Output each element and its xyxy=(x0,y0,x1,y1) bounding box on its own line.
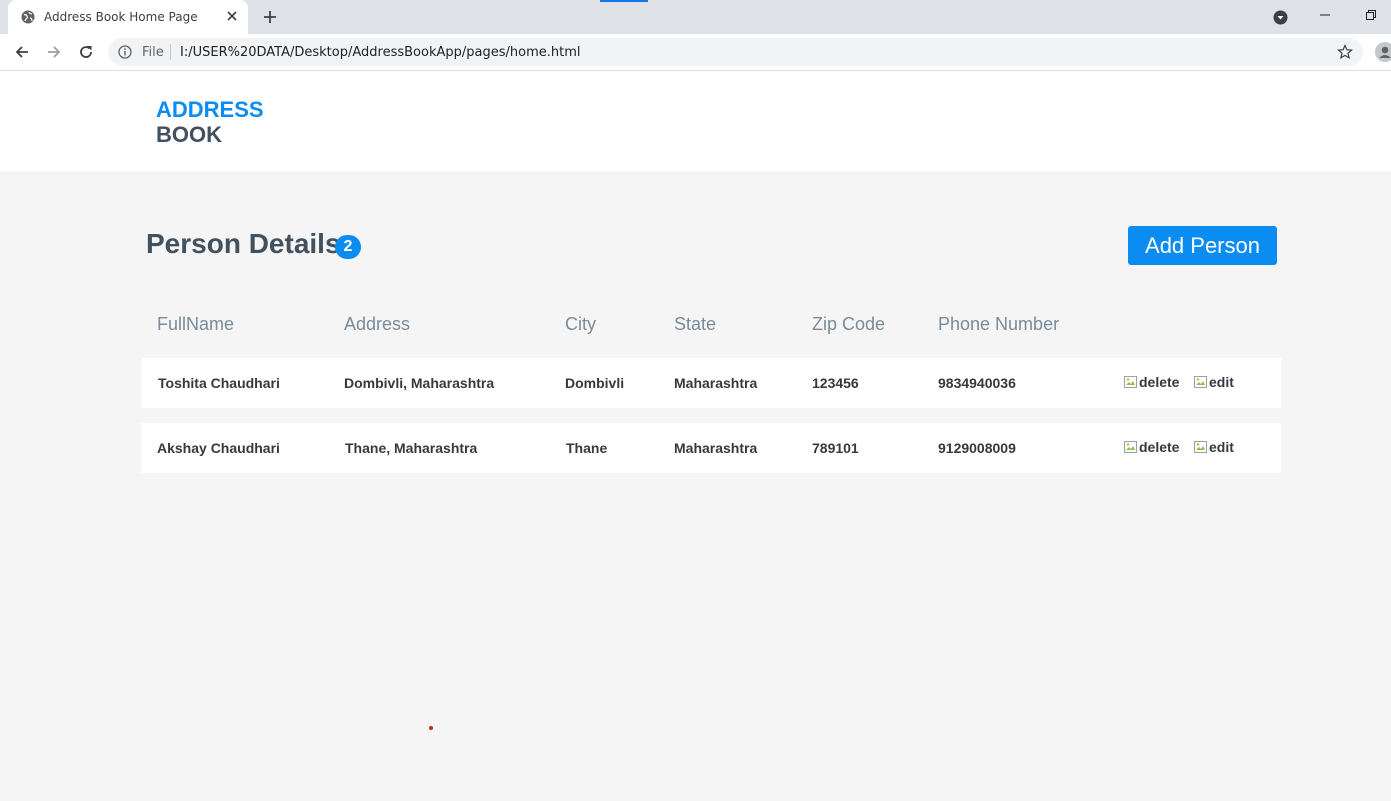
cell-full-name: Toshita Chaudhari xyxy=(158,375,280,391)
broken-image-icon xyxy=(1124,376,1137,388)
address-book-logo[interactable]: ADDRESS BOOK xyxy=(156,97,264,147)
dropdown-icon[interactable] xyxy=(1273,10,1288,25)
tab-strip-indicator xyxy=(600,0,648,2)
url-scheme-label: File xyxy=(142,45,164,60)
cell-phone-number: 9834940036 xyxy=(938,375,1016,391)
delete-icon: delete xyxy=(1139,439,1180,455)
edit-button[interactable]: edit xyxy=(1193,439,1234,455)
column-header-city: City xyxy=(565,314,596,334)
add-person-button[interactable]: Add Person xyxy=(1128,226,1277,265)
url-text[interactable]: I:/USER%20DATA/Desktop/AddressBookApp/pa… xyxy=(180,45,581,60)
delete-button[interactable]: delete xyxy=(1123,439,1179,455)
cell-address: Thane, Maharashtra xyxy=(345,440,478,456)
browser-tab-strip: Address Book Home Page xyxy=(0,0,1391,34)
minimize-icon[interactable] xyxy=(1318,8,1332,22)
plus-icon[interactable] xyxy=(262,9,278,25)
logo-line-1: ADDRESS xyxy=(156,97,264,122)
cell-full-name: Akshay Chaudhari xyxy=(157,440,280,456)
tab-title: Address Book Home Page xyxy=(44,10,198,24)
close-icon[interactable] xyxy=(225,9,239,23)
main-content: Person Details 2 Add Person FullName Add… xyxy=(0,171,1391,801)
column-header-zip-code: Zip Code xyxy=(812,314,886,334)
reload-icon[interactable] xyxy=(77,43,95,61)
star-icon[interactable] xyxy=(1337,44,1353,60)
cursor-dot xyxy=(429,726,433,730)
cell-zip-code: 789101 xyxy=(812,440,859,456)
page-title: Person Details xyxy=(146,228,341,259)
forward-icon[interactable] xyxy=(45,43,63,61)
delete-icon: delete xyxy=(1139,374,1180,390)
column-header-phone-number: Phone Number xyxy=(938,314,1060,334)
broken-image-icon xyxy=(1124,441,1137,453)
column-header-address: Address xyxy=(344,314,411,334)
cell-city: Dombivli xyxy=(565,375,625,391)
broken-image-icon xyxy=(1194,441,1207,453)
table-row: Toshita Chaudhari Dombivli, Maharashtra … xyxy=(142,358,1281,408)
edit-icon: edit xyxy=(1209,374,1234,390)
cell-address: Dombivli, Maharashtra xyxy=(344,375,495,391)
info-icon[interactable] xyxy=(118,45,132,59)
url-separator xyxy=(170,44,171,60)
column-header-fullname: FullName xyxy=(157,314,235,334)
page-header: ADDRESS BOOK xyxy=(0,71,1391,171)
globe-icon xyxy=(21,10,35,24)
cell-phone-number: 9129008009 xyxy=(938,440,1016,456)
column-header-state: State xyxy=(674,314,717,334)
delete-button[interactable]: delete xyxy=(1123,374,1179,390)
cell-state: Maharashtra xyxy=(674,375,758,391)
restore-icon[interactable] xyxy=(1364,8,1378,22)
broken-image-icon xyxy=(1194,376,1207,388)
browser-toolbar: File I:/USER%20DATA/Desktop/AddressBookA… xyxy=(0,34,1391,71)
logo-line-2: BOOK xyxy=(156,122,222,147)
cell-state: Maharashtra xyxy=(674,440,758,456)
account-icon[interactable] xyxy=(1375,42,1391,62)
cell-city: Thane xyxy=(566,440,608,456)
back-icon[interactable] xyxy=(13,43,31,61)
table-row: Akshay Chaudhari Thane, Maharashtra Than… xyxy=(142,423,1281,473)
person-count-badge: 2 xyxy=(335,235,361,259)
cell-zip-code: 123456 xyxy=(812,375,859,391)
edit-icon: edit xyxy=(1209,439,1234,455)
edit-button[interactable]: edit xyxy=(1193,374,1234,390)
browser-tab[interactable]: Address Book Home Page xyxy=(8,0,248,34)
address-bar[interactable]: File I:/USER%20DATA/Desktop/AddressBookA… xyxy=(108,38,1363,66)
